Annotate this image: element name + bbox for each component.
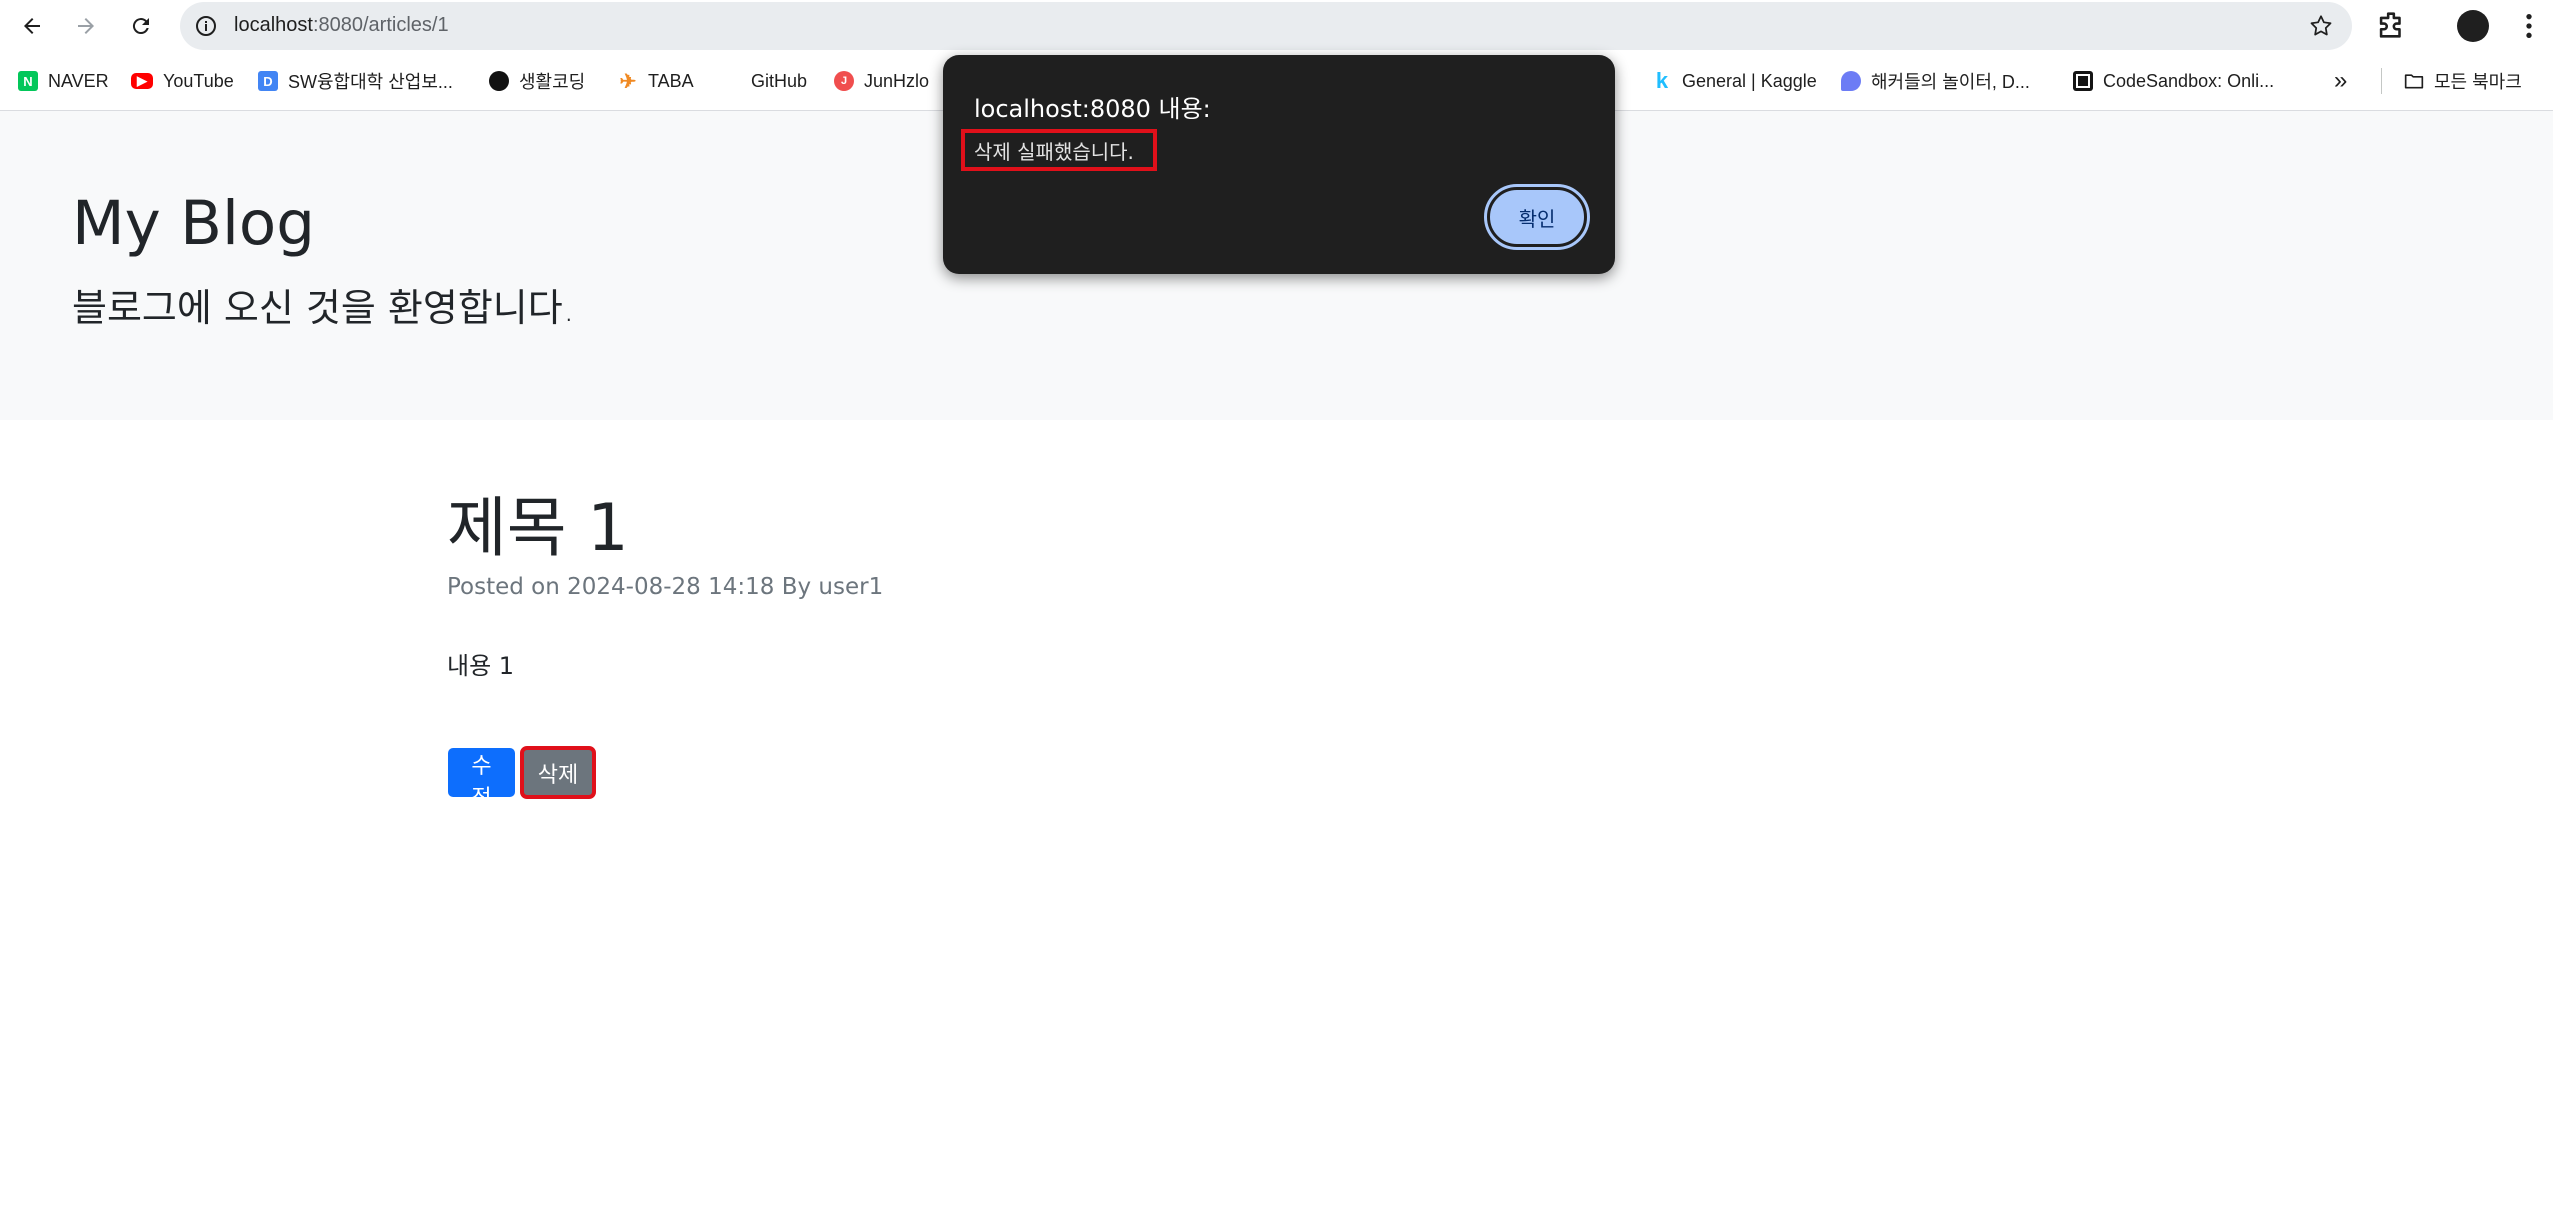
naver-icon: N: [18, 71, 38, 91]
article-title: 제목 1: [447, 491, 629, 566]
browser-toolbar: localhost:8080/articles/1: [0, 0, 2553, 52]
bookmark-label: SW융합대학 산업보...: [288, 72, 453, 92]
dreamhack-icon: [1841, 71, 1861, 91]
github-icon: [721, 71, 741, 91]
bookmark-taba[interactable]: ✈ TABA: [618, 68, 694, 94]
reload-button[interactable]: [121, 6, 161, 46]
url-host: localhost: [234, 14, 313, 36]
forward-arrow-icon: [78, 18, 94, 34]
airplane-icon: ✈: [619, 70, 637, 93]
bookmark-youtube[interactable]: ▶ YouTube: [131, 68, 234, 94]
youtube-icon: ▶: [131, 73, 153, 89]
edit-button[interactable]: 수정: [448, 748, 515, 811]
kaggle-icon: k: [1655, 68, 1669, 93]
bookmark-kaggle[interactable]: k General | Kaggle: [1652, 68, 1817, 94]
bookmark-codesandbox[interactable]: CodeSandbox: Onli...: [2073, 68, 2274, 94]
bookmark-saenghwalcoding[interactable]: 생활코딩: [489, 68, 585, 94]
alert-dialog: localhost:8080 내용: 삭제 실패했습니다. 확인: [943, 55, 1615, 274]
back-arrow-icon: [24, 18, 40, 34]
profile-avatar[interactable]: [2457, 10, 2489, 42]
bookmark-label: 모든 북마크: [2434, 72, 2522, 92]
folder-icon: [2404, 71, 2424, 91]
url-path: :8080/articles/1: [312, 14, 449, 36]
address-bar[interactable]: localhost:8080/articles/1: [180, 2, 2352, 50]
article-meta: Posted on 2024-08-28 14:18 By user1: [447, 574, 884, 600]
bookmark-junhzlo[interactable]: J JunHzlo: [834, 68, 929, 94]
delete-button[interactable]: 삭제: [520, 746, 596, 799]
forward-button[interactable]: [66, 6, 106, 46]
bookmark-label: 생활코딩: [519, 72, 586, 92]
back-button[interactable]: [12, 6, 52, 46]
double-chevron-icon: »: [2334, 67, 2348, 94]
extensions-icon[interactable]: [2374, 8, 2408, 46]
bookmark-github[interactable]: GitHub: [721, 68, 807, 94]
bookmarks-divider: [2381, 68, 2382, 94]
browser-menu-icon[interactable]: [2513, 10, 2545, 46]
bookmark-dreamhack[interactable]: 해커들의 놀이터, D...: [1841, 68, 2030, 94]
bookmark-star-icon[interactable]: [2308, 13, 2334, 43]
url-text[interactable]: localhost:8080/articles/1: [234, 14, 449, 37]
bookmark-label: 해커들의 놀이터, D...: [1871, 72, 2030, 92]
bookmark-label: CodeSandbox: Onli...: [2103, 70, 2275, 91]
dialog-message: 삭제 실패했습니다.: [974, 140, 1134, 164]
d-icon: D: [258, 71, 278, 91]
bookmark-naver[interactable]: N NAVER: [18, 68, 109, 94]
blog-subtitle: 블로그에 오신 것을 환영합니다.: [72, 286, 575, 330]
article-content: 내용 1: [447, 652, 515, 680]
blog-title: My Blog: [72, 188, 315, 259]
codesandbox-icon: [2073, 71, 2093, 91]
dot-icon: [489, 71, 509, 91]
bookmark-label: GitHub: [751, 70, 808, 91]
bookmark-label: TABA: [648, 70, 694, 91]
bookmark-label: YouTube: [163, 70, 234, 91]
all-bookmarks-button[interactable]: 모든 북마크: [2404, 68, 2522, 94]
site-info-icon[interactable]: [194, 14, 218, 42]
more-bookmarks-button[interactable]: »: [2334, 67, 2348, 94]
ok-button[interactable]: 확인: [1484, 184, 1590, 250]
reload-icon: [132, 18, 149, 35]
bookmark-label: JunHzlo: [864, 70, 930, 91]
dialog-title: localhost:8080 내용:: [974, 95, 1211, 123]
bookmark-label: NAVER: [48, 70, 109, 91]
bookmark-label: General | Kaggle: [1682, 70, 1817, 91]
bookmark-sw[interactable]: D SW융합대학 산업보...: [258, 68, 453, 94]
junhzlo-icon: J: [834, 71, 854, 91]
